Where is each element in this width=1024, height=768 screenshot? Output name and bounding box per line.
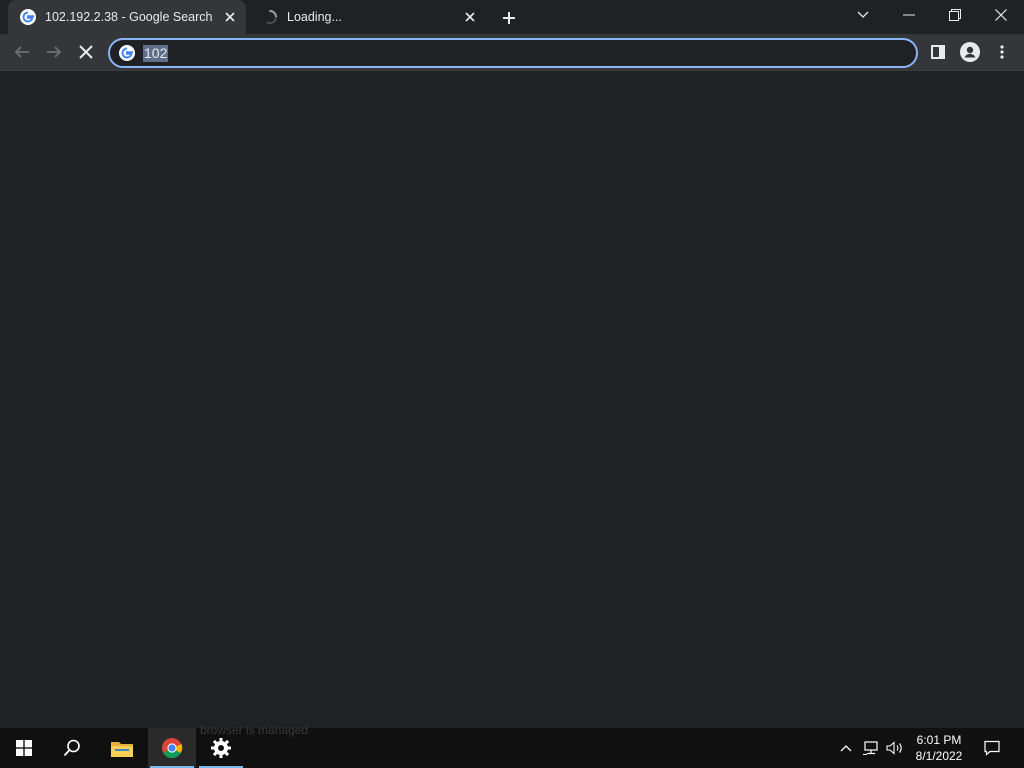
clock[interactable]: 6:01 PM 8/1/2022 bbox=[905, 732, 973, 764]
chrome-taskbar-button[interactable] bbox=[148, 728, 196, 768]
avatar-icon bbox=[960, 42, 980, 62]
close-window-button[interactable] bbox=[978, 0, 1024, 30]
windows-icon bbox=[16, 740, 32, 756]
volume-button[interactable] bbox=[884, 728, 906, 768]
close-icon[interactable] bbox=[222, 9, 238, 25]
volume-icon bbox=[886, 741, 902, 755]
profile-button[interactable] bbox=[958, 40, 982, 64]
minimize-icon bbox=[903, 14, 915, 16]
new-tab-button[interactable] bbox=[500, 9, 518, 27]
taskbar: browser is managed 6:01 PM 8/1/2022 bbox=[0, 723, 1024, 768]
restore-button[interactable] bbox=[932, 0, 978, 30]
network-button[interactable] bbox=[860, 728, 882, 768]
minimize-button[interactable] bbox=[886, 0, 932, 30]
address-bar-text[interactable]: 102 bbox=[143, 44, 169, 62]
tab-search-button[interactable] bbox=[840, 0, 886, 30]
gear-icon bbox=[211, 738, 231, 758]
action-center-button[interactable] bbox=[980, 728, 1004, 768]
google-icon bbox=[119, 45, 135, 61]
address-bar[interactable]: 102 bbox=[108, 38, 918, 68]
folder-icon bbox=[111, 742, 133, 757]
tab-strip: 102.192.2.38 - Google Search Loading... bbox=[0, 0, 1024, 34]
file-explorer-button[interactable] bbox=[98, 728, 146, 768]
restore-icon bbox=[949, 9, 961, 21]
show-hidden-icons-button[interactable] bbox=[836, 728, 856, 768]
close-icon bbox=[995, 9, 1007, 21]
clock-date: 8/1/2022 bbox=[915, 749, 963, 763]
chevron-up-icon bbox=[840, 745, 852, 752]
settings-taskbar-button[interactable] bbox=[197, 728, 245, 768]
tab-loading[interactable]: Loading... bbox=[250, 0, 486, 34]
tab-title: 102.192.2.38 - Google Search bbox=[45, 10, 213, 24]
close-icon bbox=[79, 45, 93, 59]
stop-loading-button[interactable] bbox=[74, 40, 98, 64]
close-icon[interactable] bbox=[462, 9, 478, 25]
start-button[interactable] bbox=[0, 728, 48, 768]
search-icon bbox=[63, 739, 80, 757]
arrow-right-icon bbox=[47, 46, 62, 58]
google-icon bbox=[20, 9, 36, 25]
loading-spinner-icon bbox=[266, 10, 277, 24]
tab-google-search[interactable]: 102.192.2.38 - Google Search bbox=[8, 0, 246, 34]
browser-toolbar: 102 bbox=[0, 34, 1024, 71]
clock-time: 6:01 PM bbox=[916, 733, 962, 747]
chrome-icon bbox=[162, 738, 183, 759]
notification-icon bbox=[984, 740, 1000, 756]
arrow-left-icon bbox=[14, 46, 29, 58]
tab-title: Loading... bbox=[287, 10, 342, 24]
more-vert-icon bbox=[1000, 45, 1004, 59]
back-button[interactable] bbox=[10, 40, 34, 64]
search-button[interactable] bbox=[48, 728, 96, 768]
side-panel-button[interactable] bbox=[926, 40, 950, 64]
forward-button[interactable] bbox=[42, 40, 66, 64]
chevron-down-icon bbox=[857, 11, 869, 18]
menu-button[interactable] bbox=[990, 40, 1014, 64]
page-content bbox=[0, 71, 1024, 728]
network-icon bbox=[863, 741, 878, 755]
side-panel-icon bbox=[931, 45, 945, 59]
